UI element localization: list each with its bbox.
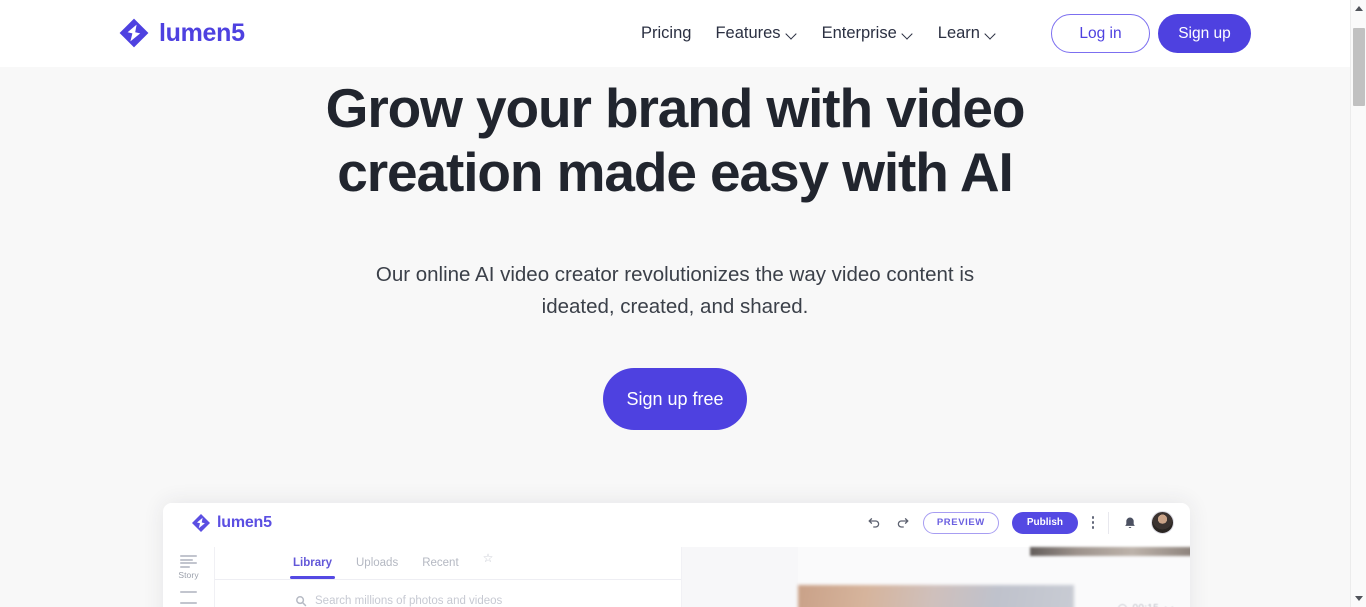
chevron-down-icon [986, 29, 997, 40]
app-preview-card: lumen5 PREVIEW Publish Story Library Upl… [163, 503, 1190, 607]
nav-item-enterprise[interactable]: Enterprise [822, 25, 914, 42]
lumen5-diamond-logo-icon [192, 514, 210, 532]
app-preview-left-rail: Story [163, 547, 215, 607]
media-lines-icon [180, 591, 197, 604]
canvas-duration-text: 00:15 [1132, 603, 1159, 607]
page-scrollbar[interactable] [1350, 0, 1366, 607]
media-search-field[interactable]: Search millions of photos and videos [215, 580, 681, 607]
scroll-thumb[interactable] [1353, 28, 1365, 106]
hero-cta-container: Sign up free [0, 323, 1350, 430]
hero-section: Grow your brand with video creation made… [0, 67, 1350, 430]
hero-subtitle: Our online AI video creator revolutioniz… [375, 263, 975, 318]
sign-up-free-button[interactable]: Sign up free [603, 368, 747, 430]
user-avatar[interactable] [1151, 511, 1174, 534]
scroll-up-arrow-icon[interactable] [1351, 0, 1366, 17]
preview-button[interactable]: PREVIEW [922, 511, 999, 534]
chevron-down-icon [903, 29, 914, 40]
nav-item-learn[interactable]: Learn [938, 25, 997, 42]
undo-arrow-icon[interactable] [867, 515, 882, 530]
app-preview-actions: PREVIEW Publish [867, 511, 1174, 534]
scroll-down-arrow-icon[interactable] [1351, 590, 1366, 607]
canvas-left-gutter [682, 547, 798, 607]
tab-uploads[interactable]: Uploads [356, 548, 398, 579]
redo-arrow-icon[interactable] [895, 515, 910, 530]
brand-name: lumen5 [159, 19, 245, 47]
toolbar-divider [1108, 511, 1109, 534]
app-preview-topbar: lumen5 PREVIEW Publish [163, 503, 1190, 547]
nav-item-label: Enterprise [821, 24, 897, 43]
sign-up-button[interactable]: Sign up [1158, 14, 1251, 53]
lumen5-diamond-logo-icon [119, 18, 149, 48]
nav-item-label: Learn [937, 24, 980, 43]
rail-item-media[interactable] [163, 591, 214, 604]
media-panel-tabs: Library Uploads Recent ☆ [215, 547, 681, 580]
main-navigation: Pricing Features Enterprise Learn [641, 0, 997, 67]
brand-logo-link[interactable]: lumen5 [118, 17, 245, 49]
rail-item-label: Story [178, 570, 199, 580]
rail-item-story[interactable]: Story [163, 555, 214, 580]
publish-button[interactable]: Publish [1011, 511, 1078, 534]
browser-page: lumen5 Pricing Features Enterprise Learn [0, 0, 1366, 607]
tab-library[interactable]: Library [290, 548, 335, 579]
nav-item-features[interactable]: Features [715, 25, 797, 42]
app-preview-brand: lumen5 [191, 513, 272, 533]
site-header: lumen5 Pricing Features Enterprise Learn [0, 0, 1350, 67]
kebab-menu-icon[interactable] [1091, 515, 1095, 531]
canvas-media-strip [1030, 547, 1190, 556]
app-preview-canvas: 00:15 [682, 547, 1190, 607]
search-icon [296, 596, 307, 607]
chevron-down-icon [787, 29, 798, 40]
bell-icon[interactable] [1122, 515, 1138, 531]
hero-title: Grow your brand with video creation made… [325, 77, 1026, 203]
nav-item-label: Features [715, 24, 781, 43]
page-viewport: lumen5 Pricing Features Enterprise Learn [0, 0, 1350, 607]
chevron-down-icon [1164, 602, 1174, 607]
nav-item-label: Pricing [641, 24, 692, 43]
star-icon[interactable]: ☆ [483, 551, 494, 575]
story-lines-icon [180, 555, 197, 568]
auth-buttons: Log in Sign up [1051, 14, 1251, 53]
app-preview-media-panel: Library Uploads Recent ☆ Search millions… [215, 547, 682, 607]
media-search-placeholder: Search millions of photos and videos [315, 595, 503, 607]
app-preview-brand-name: lumen5 [217, 514, 272, 531]
tab-recent[interactable]: Recent [422, 548, 458, 579]
canvas-duration-control[interactable]: 00:15 [1118, 602, 1174, 607]
nav-item-pricing[interactable]: Pricing [641, 25, 691, 42]
canvas-photo-thumbnail [798, 585, 1074, 607]
log-in-button[interactable]: Log in [1051, 14, 1150, 53]
